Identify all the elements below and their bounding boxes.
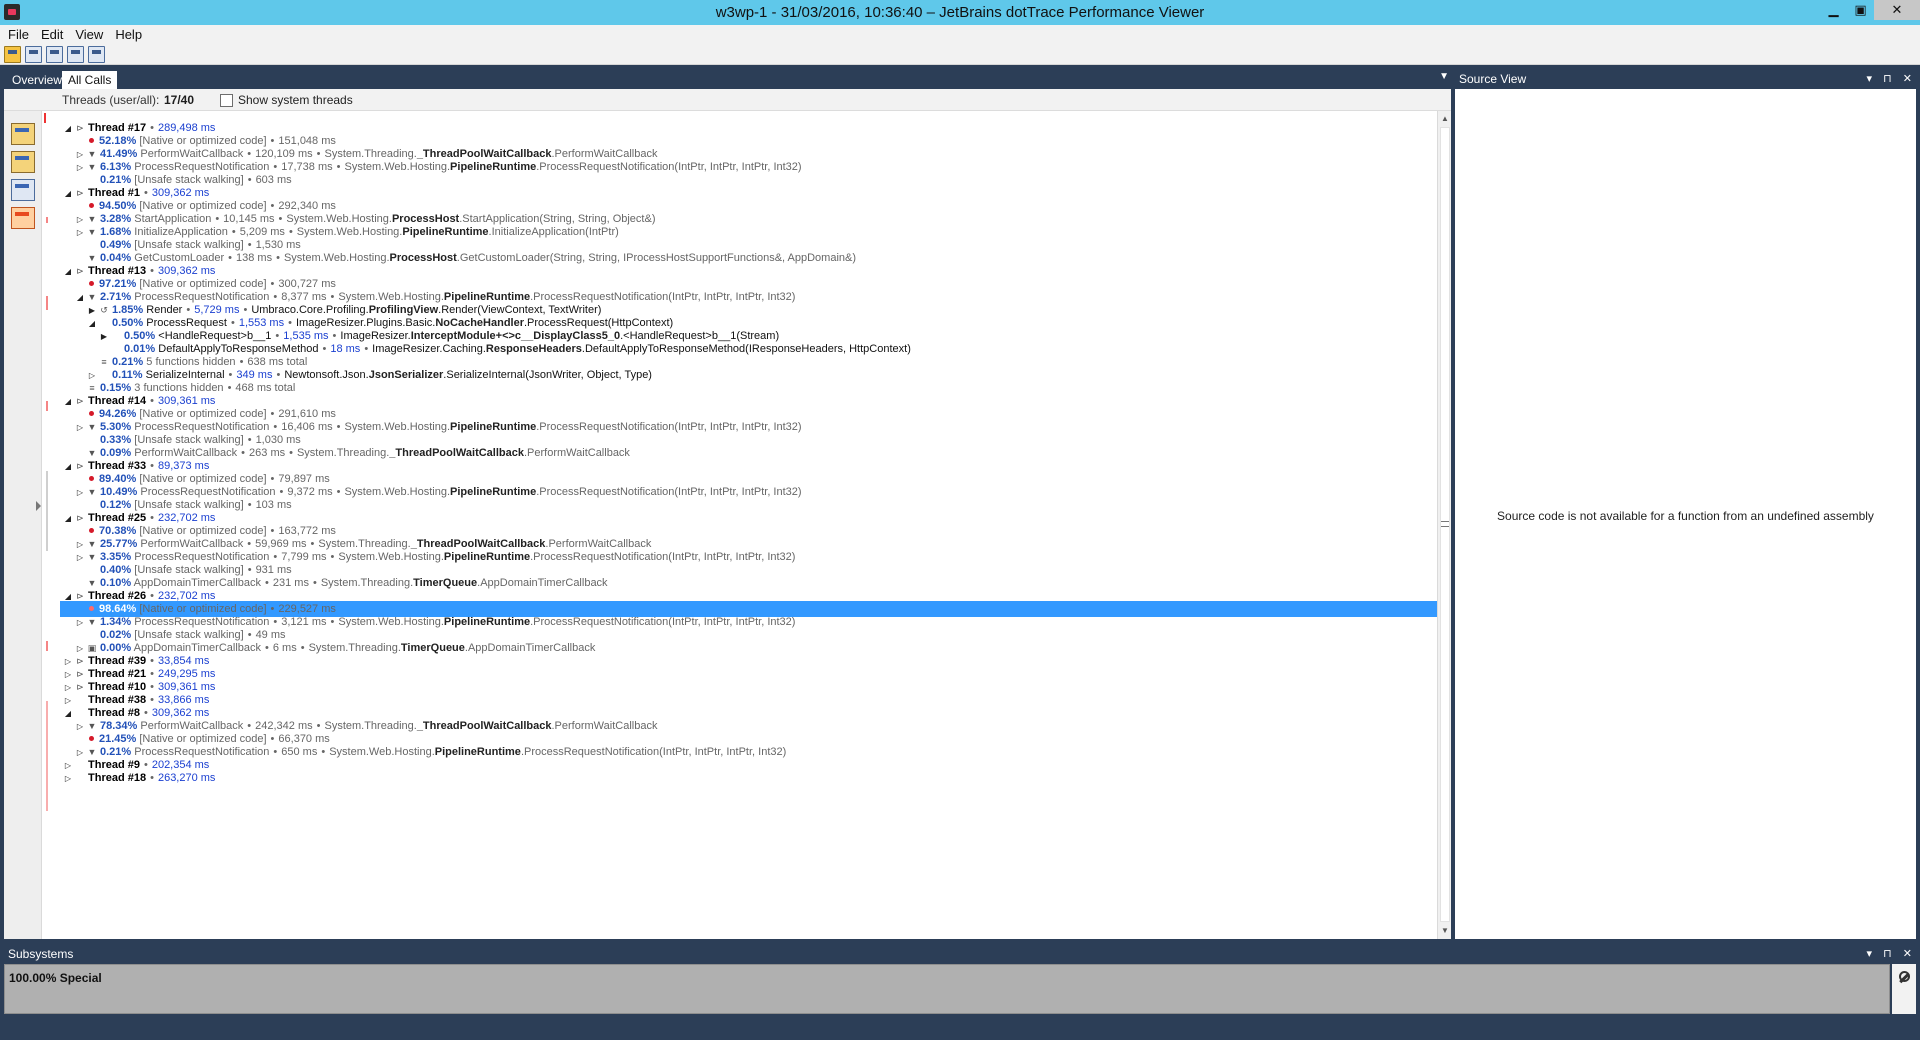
call-tree[interactable]: ◢ ⊳ Thread #17 • 289,498 ms 52.18% [Native or… — [60, 122, 1439, 939]
compare-icon[interactable] — [88, 45, 105, 63]
window-title: w3wp-1 - 31/03/2016, 10:36:40 – JetBrain… — [715, 4, 1205, 21]
wrench-icon[interactable] — [1897, 970, 1911, 984]
plain-list-icon[interactable] — [11, 179, 35, 201]
threads-count: 17/40 — [164, 93, 195, 107]
pane-dock-icon[interactable]: ⊓ — [1883, 73, 1892, 85]
hot-spots-icon[interactable] — [11, 151, 35, 173]
native-code-icon — [89, 528, 94, 533]
scrollbar-grip-icon[interactable] — [1441, 521, 1449, 527]
minimize-button[interactable]: ▁ — [1820, 0, 1847, 20]
native-code-icon — [89, 606, 94, 611]
native-code-icon — [89, 736, 94, 741]
pane-close-icon[interactable]: ✕ — [1903, 73, 1912, 85]
thread-markers — [42, 111, 60, 939]
subsystems-pane: Subsystems ▾ ⊓ ✕ 100.00% Special — [4, 944, 1916, 1014]
function-name: Thread #18 — [88, 772, 147, 784]
tab-all-calls[interactable]: All Calls — [62, 71, 118, 89]
subsystems-settings[interactable] — [1892, 964, 1916, 1014]
tabs-dropdown-icon[interactable]: ▼ — [1439, 71, 1449, 82]
window-controls: ▁ ▣ ✕ — [1820, 0, 1920, 22]
menu-bar: File Edit View Help — [0, 25, 1920, 44]
toolbar — [0, 44, 1920, 65]
view-sidebar — [4, 111, 42, 939]
subsystems-close-icon[interactable]: ✕ — [1903, 948, 1912, 960]
marker — [46, 217, 48, 223]
native-code-icon — [89, 281, 94, 286]
native-code-icon — [89, 476, 94, 481]
snapshot-icon[interactable] — [67, 45, 84, 63]
menu-view[interactable]: View — [71, 27, 111, 42]
marker — [44, 113, 46, 123]
marker — [46, 296, 48, 310]
menu-edit[interactable]: Edit — [37, 27, 71, 42]
save-icon[interactable] — [25, 45, 42, 63]
native-code-icon — [89, 203, 94, 208]
native-code-icon — [89, 138, 94, 143]
call-tree-icon[interactable] — [11, 123, 35, 145]
subsystems-bar[interactable]: 100.00% Special — [4, 964, 1890, 1014]
source-unavailable-message: Source code is not available for a funct… — [1497, 509, 1874, 523]
show-system-threads-checkbox[interactable] — [220, 94, 233, 107]
all-calls-pane: Overview All Calls ▼ Threads (user/all):… — [4, 69, 1451, 939]
menu-file[interactable]: File — [4, 27, 37, 42]
view-tabs: Overview All Calls ▼ — [4, 69, 1451, 89]
marker — [46, 401, 48, 411]
pane-menu-icon[interactable]: ▾ — [1867, 73, 1873, 85]
close-button[interactable]: ✕ — [1874, 0, 1920, 20]
collapse-arrow-icon[interactable] — [36, 501, 41, 511]
expand-toggle-icon[interactable]: ▷ — [64, 771, 72, 787]
menu-help[interactable]: Help — [111, 27, 150, 42]
tab-overview[interactable]: Overview — [6, 71, 68, 89]
subsystems-menu-icon[interactable]: ▾ — [1867, 948, 1873, 960]
show-system-threads-label[interactable]: Show system threads — [238, 93, 353, 107]
save-as-icon[interactable] — [46, 45, 63, 63]
marker — [46, 471, 48, 551]
subsystem-special: 100.00% Special — [9, 971, 102, 985]
subsystems-dock-icon[interactable]: ⊓ — [1883, 948, 1892, 960]
scroll-down-icon[interactable]: ▼ — [1440, 926, 1450, 936]
flame-graph-icon[interactable] — [11, 207, 35, 229]
marker — [46, 641, 48, 651]
time-value: 263,270 ms — [157, 772, 216, 784]
separator-dot: • — [150, 772, 154, 784]
native-code-icon — [89, 411, 94, 416]
call-tree-scrollbar[interactable]: ▲ ▼ — [1437, 111, 1451, 939]
subsystems-title: Subsystems — [8, 947, 74, 961]
thread-row[interactable]: ▷ Thread #18 • 263,270 ms — [60, 770, 1439, 786]
source-view-title: Source View — [1459, 72, 1527, 86]
threads-bar: Threads (user/all): 17/40 Show system th… — [4, 89, 1451, 111]
source-view-pane: Source View ▾ ⊓ ✕ Source code is not ava… — [1455, 69, 1916, 939]
threads-label: Threads (user/all): — [62, 93, 160, 107]
restore-button[interactable]: ▣ — [1847, 0, 1874, 20]
scroll-up-icon[interactable]: ▲ — [1440, 114, 1450, 124]
source-view-header: Source View ▾ ⊓ ✕ — [1455, 69, 1916, 89]
marker — [46, 701, 48, 811]
open-icon[interactable] — [4, 45, 21, 63]
title-bar: w3wp-1 - 31/03/2016, 10:36:40 – JetBrain… — [0, 0, 1920, 25]
subsystems-header: Subsystems ▾ ⊓ ✕ — [4, 944, 1916, 964]
